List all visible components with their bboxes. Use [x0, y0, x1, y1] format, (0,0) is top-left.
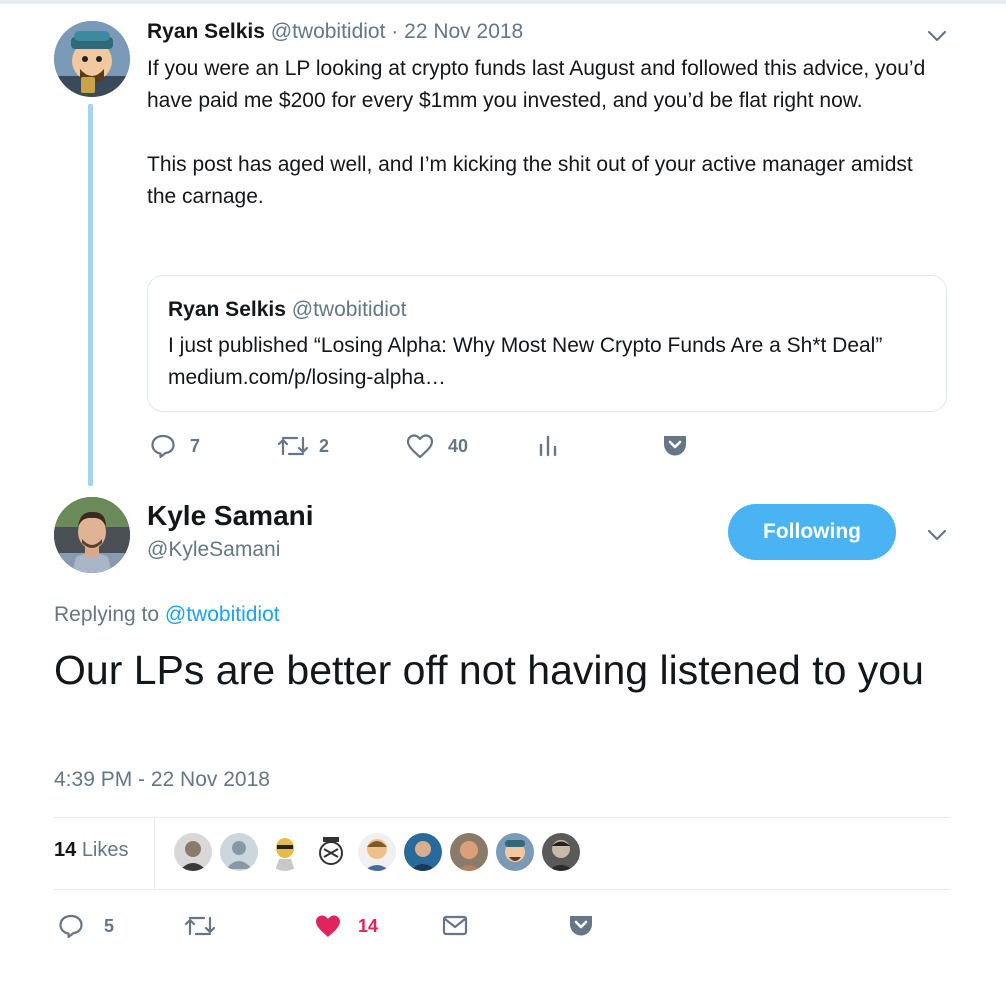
like-button[interactable]: 14 [314, 913, 378, 939]
tweet-paragraph: If you were an LP looking at crypto fund… [147, 57, 926, 112]
pocket-icon [662, 432, 688, 458]
likes-count: 14 [54, 839, 77, 861]
likes-summary[interactable]: 14 Likes [54, 839, 129, 862]
divider [154, 817, 155, 890]
quoted-tweet-text: I just published “Losing Alpha: Why Most… [168, 334, 883, 389]
thread-line [88, 104, 93, 486]
retweet-icon [277, 433, 309, 459]
author-name[interactable]: Ryan Selkis [147, 20, 265, 43]
like-count: 40 [448, 435, 469, 456]
liker-avatar[interactable] [358, 833, 396, 871]
chevron-down-icon[interactable] [925, 24, 949, 48]
reply-icon [58, 913, 84, 939]
quoted-author-handle: @twobitidiot [291, 298, 407, 321]
liker-avatar[interactable] [174, 833, 212, 871]
heart-icon [314, 913, 342, 939]
tweet-date[interactable]: 22 Nov 2018 [404, 20, 523, 43]
author-handle[interactable]: @KyleSamani [147, 538, 280, 562]
retweet-button[interactable] [184, 913, 216, 939]
tweet-paragraph: This post has aged well, and I’m kicking… [147, 153, 913, 208]
main-tweet-text: Our LPs are better off not having listen… [54, 647, 924, 693]
retweet-button[interactable]: 2 [277, 433, 329, 459]
liker-avatar[interactable] [450, 833, 488, 871]
reply-icon [150, 433, 176, 459]
avatar[interactable] [54, 497, 130, 573]
author-handle[interactable]: @twobitidiot [271, 20, 386, 43]
avatar[interactable] [54, 21, 130, 97]
heart-icon [406, 433, 434, 459]
reply-button[interactable]: 7 [150, 433, 200, 459]
top-border [0, 0, 1006, 4]
divider [54, 889, 950, 890]
retweet-icon [184, 913, 216, 939]
replying-handle-link[interactable]: @twobitidiot [165, 603, 280, 626]
parent-tweet-text: If you were an LP looking at crypto fund… [147, 53, 947, 213]
liker-avatar[interactable] [312, 833, 350, 871]
liker-avatar[interactable] [220, 833, 258, 871]
likes-label: Likes [81, 839, 129, 861]
envelope-icon [442, 913, 468, 939]
like-button[interactable]: 40 [406, 433, 468, 459]
pocket-button[interactable] [568, 912, 594, 938]
divider [54, 817, 950, 818]
liker-avatar[interactable] [266, 833, 304, 871]
reply-count: 7 [190, 435, 201, 456]
liker-avatar[interactable] [496, 833, 534, 871]
chevron-down-icon[interactable] [925, 523, 949, 547]
retweet-count: 2 [319, 435, 330, 456]
separator: · [391, 20, 399, 43]
tweet-timestamp[interactable]: 4:39 PM - 22 Nov 2018 [54, 768, 270, 792]
author-name[interactable]: Kyle Samani [147, 500, 314, 532]
quoted-tweet-header: Ryan Selkis @twobitidiot [168, 298, 406, 322]
pocket-icon [568, 912, 594, 938]
quoted-tweet-card[interactable]: Ryan Selkis @twobitidiot I just publishe… [147, 275, 947, 412]
reply-count: 5 [104, 915, 115, 936]
parent-tweet-header: Ryan Selkis @twobitidiot · 22 Nov 2018 [147, 20, 523, 44]
liker-avatar[interactable] [404, 833, 442, 871]
following-button[interactable]: Following [728, 504, 896, 560]
liker-avatar[interactable] [542, 833, 580, 871]
replying-to: Replying to @twobitidiot [54, 603, 280, 627]
like-count: 14 [358, 915, 379, 936]
quoted-author-name: Ryan Selkis [168, 298, 286, 321]
analytics-icon [538, 433, 558, 459]
replying-prefix: Replying to [54, 603, 160, 626]
direct-message-button[interactable] [442, 913, 468, 939]
reply-button[interactable]: 5 [58, 913, 114, 939]
analytics-button[interactable] [538, 433, 558, 459]
pocket-button[interactable] [662, 432, 688, 458]
